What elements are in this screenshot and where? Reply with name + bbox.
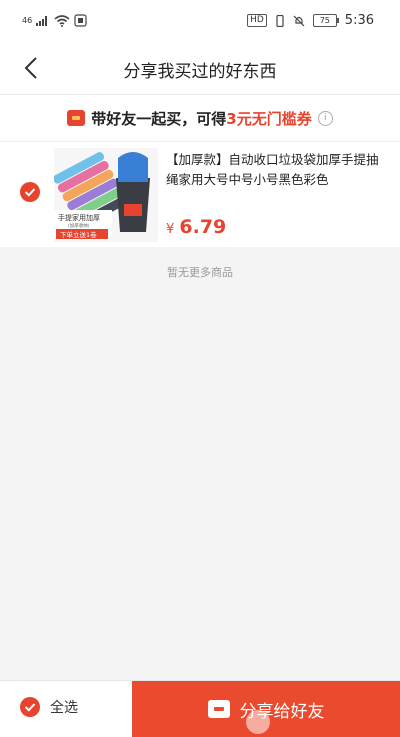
check-icon [24,703,36,712]
product-item[interactable]: 手提家用加厚 (加厚收纳) 下单立送1卷 【加厚款】自动收口垃圾袋加厚手提抽绳家… [0,142,400,247]
price-value: 6.79 [179,216,227,238]
red-envelope-icon [67,110,86,126]
page-title: 分享我买过的好东西 [123,62,277,82]
clock: 5:36 [344,13,374,28]
select-all-checkbox[interactable] [20,697,40,717]
nav-bar: 分享我买过的好东西 [0,42,400,95]
select-all[interactable]: 全选 [20,697,78,717]
wifi-icon [54,14,70,27]
info-icon[interactable]: i [317,110,333,126]
bottom-bar: 全选 分享给好友 [0,680,400,737]
price-currency: ¥ [166,222,175,237]
promo-banner: 带好友一起买，可得 3元无门槛券 i [0,95,400,142]
hd-badge: HD [247,14,267,27]
signal-icon [36,16,48,26]
mute-icon [293,15,305,26]
product-title[interactable]: 【加厚款】自动收口垃圾袋加厚手提抽绳家用大号中号小号黑色彩色 [166,150,388,190]
signal-label: 46 [22,16,33,25]
gift-icon [207,700,230,718]
image-ribbon: 下单立送1卷 [60,230,97,239]
battery-icon: 75 [312,14,339,27]
product-image[interactable]: 手提家用加厚 (加厚收纳) 下单立送1卷 [54,148,158,242]
item-checkbox[interactable] [20,182,40,202]
product-price: ¥ 6.79 [166,216,226,238]
banner-highlight: 3元无门槛券 [226,109,312,128]
check-icon [24,188,36,197]
status-right: HD 75 5:36 [247,13,374,28]
image-subcaption: (加厚收纳) [68,222,90,229]
status-left: 46 [22,14,87,27]
vibrate-icon [276,14,284,27]
no-more-text: 暂无更多商品 [167,266,233,279]
product-image-art: 手提家用加厚 (加厚收纳) 下单立送1卷 [54,148,158,242]
banner-text: 带好友一起买，可得 [91,109,227,128]
select-all-label: 全选 [50,700,78,716]
status-bar: 46 HD 75 5:36 [0,0,400,42]
touch-indicator [246,710,270,734]
notification-icon [74,14,87,27]
image-caption: 手提家用加厚 [58,213,100,222]
